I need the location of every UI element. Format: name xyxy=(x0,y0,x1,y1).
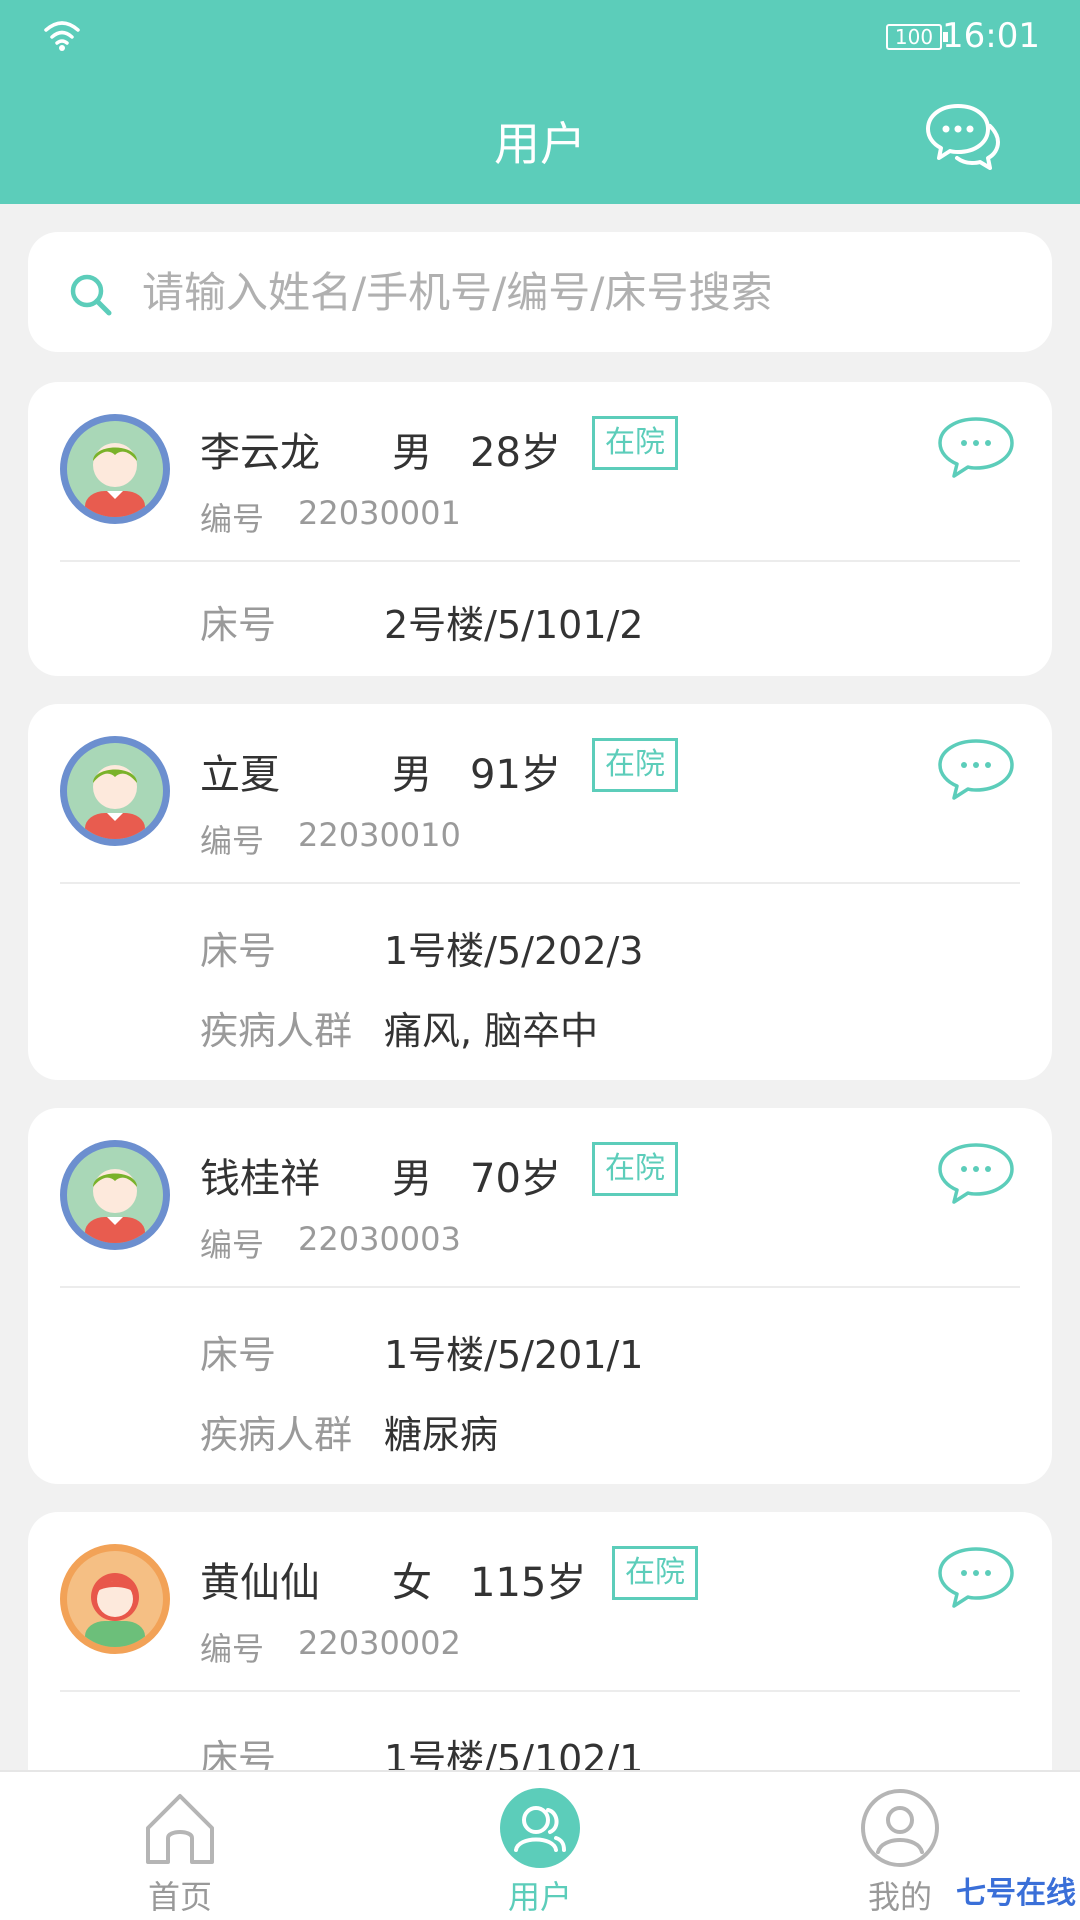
id-label: 编号 xyxy=(200,1630,265,1668)
bottom-tab-bar: 首页 用户 我的 七号在线 xyxy=(0,1770,1080,1920)
user-gender: 男 xyxy=(392,1156,432,1202)
battery-indicator: 100 xyxy=(886,24,948,50)
avatar xyxy=(60,414,170,524)
user-gender: 男 xyxy=(392,752,432,798)
user-age: 28岁 xyxy=(470,430,561,476)
user-name: 黄仙仙 xyxy=(200,1560,320,1606)
disease-label: 疾病人群 xyxy=(200,1009,353,1053)
bed-label: 床号 xyxy=(200,1333,277,1377)
search-icon xyxy=(70,274,112,316)
user-card[interactable]: 黄仙仙 女 115岁 在院 编号 22030002 床号 1号楼/5/102/1 xyxy=(28,1512,1052,1812)
tab-home-label: 首页 xyxy=(147,1878,212,1916)
disease-value: 痛风, 脑卒中 xyxy=(384,1009,599,1053)
female-avatar-icon xyxy=(85,1573,145,1647)
male-avatar-icon xyxy=(85,443,145,517)
status-badge: 在院 xyxy=(612,1546,698,1600)
chat-bubble-icon[interactable] xyxy=(936,414,1016,482)
bed-value: 2号楼/5/101/2 xyxy=(384,603,644,647)
status-badge: 在院 xyxy=(592,1142,678,1196)
home-icon xyxy=(146,1794,214,1864)
watermark: 七号在线 xyxy=(956,1876,1076,1911)
users-icon xyxy=(500,1788,580,1868)
user-name: 立夏 xyxy=(200,752,280,798)
chat-bubble-icon[interactable] xyxy=(936,1140,1016,1208)
user-card[interactable]: 钱桂祥 男 70岁 在院 编号 22030003 床号 1号楼/5/201/1 … xyxy=(28,1108,1052,1484)
bed-label: 床号 xyxy=(200,929,277,973)
user-card[interactable]: 李云龙 男 28岁 在院 编号 22030001 床号 2号楼/5/101/2 xyxy=(28,382,1052,676)
id-label: 编号 xyxy=(200,1226,265,1264)
wifi-icon xyxy=(44,21,80,51)
user-card[interactable]: 立夏 男 91岁 在院 编号 22030010 床号 1号楼/5/202/3 疾… xyxy=(28,704,1052,1080)
chat-bubble-icon[interactable] xyxy=(936,1544,1016,1612)
user-gender: 女 xyxy=(392,1560,432,1606)
page-title: 用户 xyxy=(494,117,586,171)
id-label: 编号 xyxy=(200,500,265,538)
user-id: 22030001 xyxy=(298,494,461,532)
user-age: 70岁 xyxy=(470,1156,561,1202)
status-badge: 在院 xyxy=(592,416,678,470)
header-bar: 用户 xyxy=(0,80,1080,204)
disease-label: 疾病人群 xyxy=(200,1413,353,1457)
divider xyxy=(60,1690,1020,1692)
user-gender: 男 xyxy=(392,430,432,476)
bed-label: 床号 xyxy=(200,603,277,647)
avatar xyxy=(60,1140,170,1250)
search-bar xyxy=(28,232,1052,352)
user-name: 李云龙 xyxy=(200,430,320,476)
status-time: 16:01 xyxy=(942,16,1040,56)
male-avatar-icon xyxy=(85,1169,145,1243)
search-input[interactable] xyxy=(142,260,1002,324)
chat-bubble-icon[interactable] xyxy=(936,736,1016,804)
disease-value: 糖尿病 xyxy=(384,1413,499,1457)
divider xyxy=(60,1286,1020,1288)
tab-home[interactable]: 首页 xyxy=(80,1772,280,1920)
avatar xyxy=(60,736,170,846)
id-label: 编号 xyxy=(200,822,265,860)
user-id: 22030003 xyxy=(298,1220,461,1258)
user-age: 91岁 xyxy=(470,752,561,798)
tab-users[interactable]: 用户 xyxy=(440,1772,640,1920)
bed-value: 1号楼/5/201/1 xyxy=(384,1333,644,1377)
status-badge: 在院 xyxy=(592,738,678,792)
divider xyxy=(60,560,1020,562)
user-name: 钱桂祥 xyxy=(200,1156,320,1202)
status-bar: 100 16:01 xyxy=(0,0,1080,80)
user-age: 115岁 xyxy=(470,1560,587,1606)
user-id: 22030010 xyxy=(298,816,461,854)
tab-users-label: 用户 xyxy=(507,1878,572,1916)
divider xyxy=(60,882,1020,884)
bed-value: 1号楼/5/202/3 xyxy=(384,929,644,973)
avatar xyxy=(60,1544,170,1654)
male-avatar-icon xyxy=(85,765,145,839)
messages-icon[interactable] xyxy=(922,100,1002,176)
profile-icon xyxy=(861,1789,939,1867)
user-id: 22030002 xyxy=(298,1624,461,1662)
